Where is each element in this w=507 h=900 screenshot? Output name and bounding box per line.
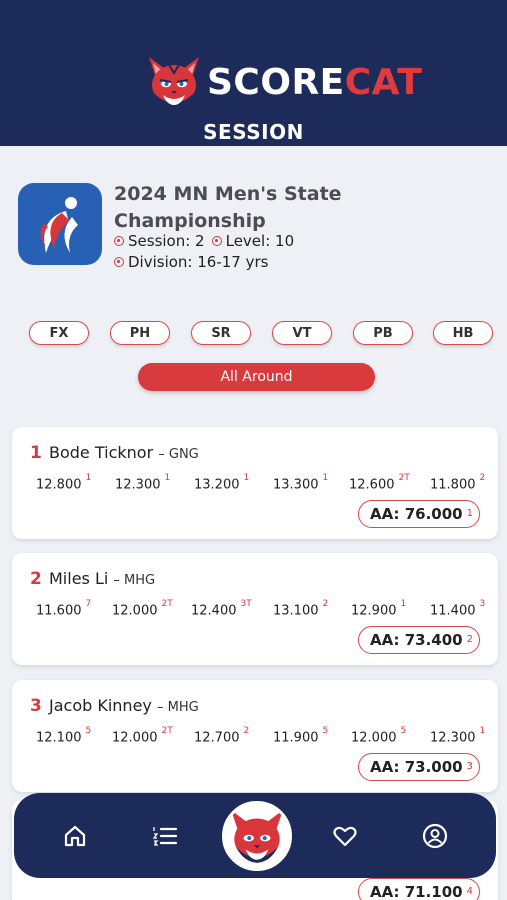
rank: 1 [30,443,42,463]
division-label: Division: 16-17 yrs [128,253,269,271]
event-button-pb[interactable]: PB [353,321,413,345]
event-score: 12.800 1 [36,473,92,493]
bullet-icon [211,236,222,246]
event-score: 12.600 2T [349,473,410,493]
event-scores: 12.800 1 12.300 1 13.200 1 13.300 1 12.600 2T… [12,473,498,496]
athlete-name: Bode Ticknor – GNG [49,443,199,462]
logo-text-red: CAT [344,61,423,103]
all-around-button[interactable]: All Around [138,363,375,391]
home-icon[interactable] [62,823,88,849]
event-button-vt[interactable]: VT [272,321,332,345]
all-around-total: AA: 73.400 2 [358,626,480,654]
club: – MHG [113,573,156,588]
scorecat-logo: SCORECAT [143,51,422,113]
event-score: 13.100 2 [273,599,329,619]
logo-text-white: SCORE [207,61,345,103]
profile-icon[interactable] [422,823,448,849]
session-level-line: Session: 2 Level: 10 [114,232,294,250]
heart-icon[interactable] [332,823,358,849]
event-score: 12.000 2T [112,726,173,746]
rank: 3 [30,696,42,716]
event-score: 11.800 2 [430,473,486,493]
cat-mascot-icon [231,810,283,863]
page-title: SESSION [203,120,304,144]
result-card[interactable]: 1 Bode Ticknor – GNG 12.800 1 12.300 1 13.… [12,427,498,539]
rank: 2 [30,569,42,589]
athlete-name: Miles Li – MHG [49,569,156,588]
event-button-ph[interactable]: PH [110,321,170,345]
list-icon[interactable] [152,823,178,849]
logo-wordmark: SCORECAT [207,62,422,103]
event-score: 12.300 1 [115,473,171,493]
athlete-name: Jacob Kinney – MHG [49,696,199,715]
event-score: 11.900 5 [273,726,329,746]
event-score: 12.100 5 [36,726,92,746]
cat-mascot-nav-button[interactable] [222,801,292,871]
bullet-icon [114,257,124,267]
result-card[interactable]: 2 Miles Li – MHG 11.600 7 12.000 2T 12.400… [12,553,498,665]
cat-mascot-icon [149,57,199,108]
event-button-hb[interactable]: HB [433,321,493,345]
all-around-total: AA: 71.100 4 [358,878,480,900]
event-score: 12.000 2T [112,599,173,619]
event-score: 13.300 1 [273,473,329,493]
app-header: SCORECAT SESSION [0,0,507,146]
event-scores: 12.100 5 12.000 2T 12.700 2 11.900 5 12.000 5… [12,726,498,749]
federation-logo-icon [18,183,102,265]
event-score: 12.300 1 [430,726,486,746]
event-button-fx[interactable]: FX [29,321,89,345]
meet-info: 2024 MN Men's State Championship Session… [18,181,488,271]
event-score: 12.700 2 [194,726,250,746]
event-score: 11.400 3 [430,599,486,619]
level-label: Level: 10 [225,232,295,250]
bullet-icon [114,236,124,246]
event-scores: 11.600 7 12.000 2T 12.400 3T 13.100 2 12.900… [12,599,498,622]
event-score: 12.000 5 [351,726,407,746]
session-label: Session: 2 [128,232,205,250]
club: – MHG [156,700,199,715]
event-score: 12.900 1 [351,599,407,619]
event-button-sr[interactable]: SR [191,321,251,345]
all-around-total: AA: 76.000 1 [358,500,480,528]
event-score: 13.200 1 [194,473,250,493]
club: – GNG [158,447,199,462]
event-score: 12.400 3T [191,599,252,619]
division-line: Division: 16-17 yrs [114,253,268,271]
bottom-nav [14,793,496,878]
result-card[interactable]: 3 Jacob Kinney – MHG 12.100 5 12.000 2T 12… [12,680,498,792]
meet-name: 2024 MN Men's State Championship [114,183,342,232]
all-around-total: AA: 73.000 3 [358,753,480,781]
event-score: 11.600 7 [36,599,92,619]
